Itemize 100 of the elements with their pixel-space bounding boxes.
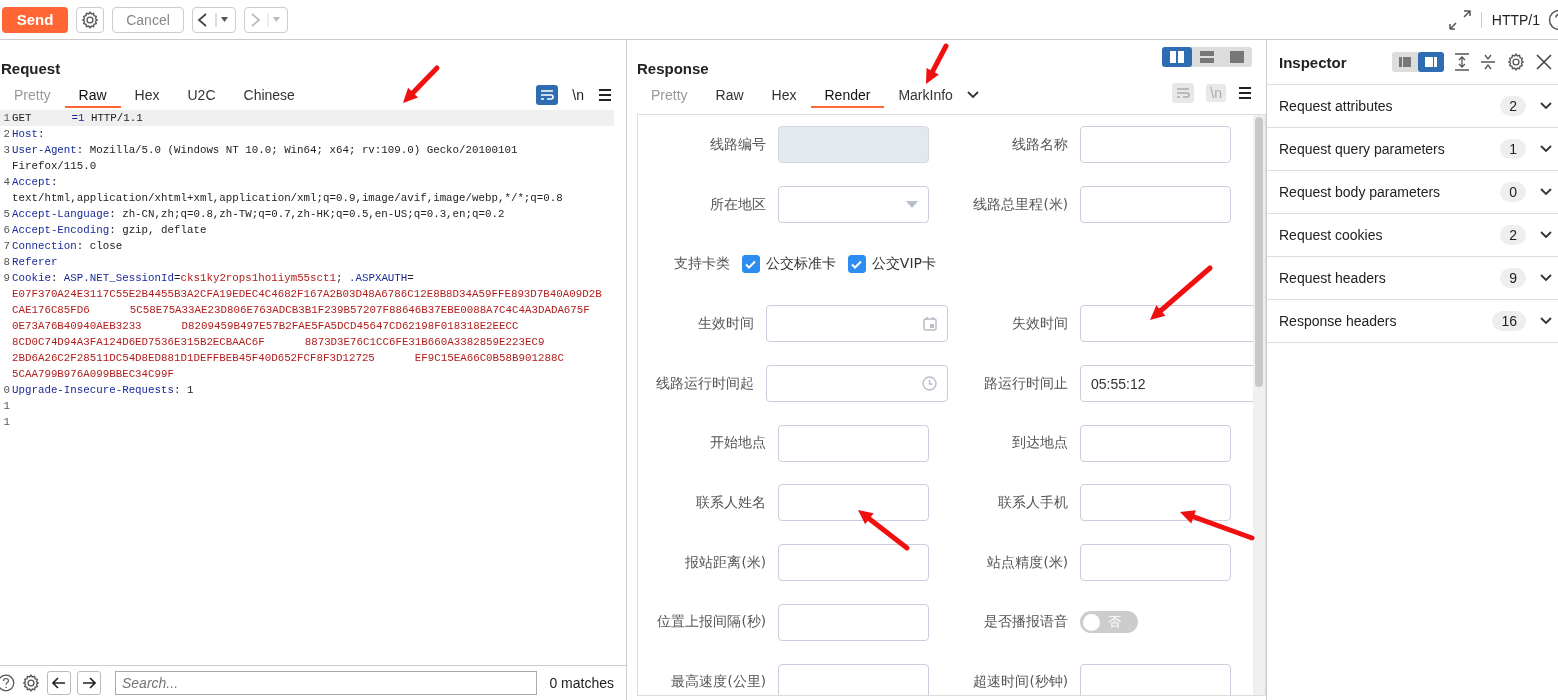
search-field[interactable]: Search... [115, 671, 537, 695]
chevron-icon[interactable] [1540, 317, 1552, 325]
header-name: Accept-Encoding [12, 224, 110, 236]
text-field[interactable] [1080, 544, 1231, 582]
line-number: 4 [2, 175, 11, 190]
cookie-value: E07F370A24E3117C55E2B4455B3A2CFA19EDEC4C4682F167A2B03D48A6786C12E8B8D34A59FFE893D7B40A09D2B [12, 288, 602, 300]
cookie-value: CAE176C85FD6 [12, 304, 90, 316]
inspector-section[interactable]: Request cookies 2 [1267, 214, 1558, 257]
annotation-arrow [1150, 265, 1213, 320]
time-field[interactable]: 05:55:12 [1080, 365, 1253, 403]
time-field[interactable] [766, 365, 948, 403]
field-label: 到达地点 [1011, 434, 1069, 453]
inspector-section[interactable]: Response headers 16 [1267, 300, 1558, 343]
newline-toggle[interactable]: \n [572, 87, 584, 103]
header-name: Referer [12, 256, 58, 268]
text-field[interactable] [778, 544, 929, 582]
line-number: 1 [2, 415, 11, 430]
code-text: ; [336, 272, 344, 284]
text-field[interactable] [778, 603, 929, 641]
code-text: : zh-CN,zh;q=0.8,zh-TW;q=0.7,zh-HK;q=0.5,en-US;q=0.3,en;q=0.2 [109, 208, 505, 220]
protocol-label[interactable]: HTTP/1 [1480, 11, 1540, 28]
scrollbar[interactable] [1253, 115, 1265, 695]
tab[interactable]: Render [810, 82, 885, 108]
cancel-button[interactable]: Cancel [112, 6, 184, 33]
settings-icon[interactable] [1506, 52, 1526, 72]
previous-button[interactable] [47, 671, 71, 695]
checkbox-label: 公交标准卡 [765, 255, 836, 274]
checkmark-icon [851, 259, 863, 269]
code-text: text/html,application/xhtml+xml,application/xml;q=0.9,image/avif,image/webp,*/*;q=0.8 [12, 192, 563, 204]
header-name: Accept [12, 176, 51, 188]
line-number: 0 [2, 383, 11, 398]
chevron-icon[interactable] [966, 91, 979, 99]
line-number: 9 [2, 271, 11, 286]
inspector-section[interactable]: Request attributes 2 [1267, 85, 1558, 128]
count-badge: 2 [1500, 225, 1526, 245]
annotation-arrow [403, 65, 440, 103]
chevron-icon[interactable] [1540, 231, 1552, 239]
count-badge: 16 [1492, 311, 1526, 331]
menu-icon[interactable] [1238, 87, 1252, 99]
line-number: 7 [2, 239, 11, 254]
field-label: 联系人姓名 [695, 493, 767, 512]
code-text: = [174, 272, 181, 284]
tab[interactable]: Raw [701, 82, 758, 108]
text-field[interactable] [778, 424, 929, 462]
field-label: 所在地区 [709, 195, 767, 214]
chevron-icon[interactable] [1540, 102, 1552, 110]
select-field[interactable] [778, 186, 929, 224]
collapse-all-icon[interactable] [1480, 53, 1496, 71]
text-field[interactable] [1080, 484, 1231, 522]
text-field[interactable] [1080, 424, 1231, 462]
help-icon[interactable] [0, 674, 15, 692]
checkbox[interactable] [741, 255, 760, 274]
split-view-icon[interactable] [1162, 47, 1192, 67]
code-text: HTTP/1.1 [89, 112, 143, 124]
menu-icon[interactable] [598, 89, 612, 101]
field-label: 线路编号 [709, 135, 767, 154]
chevron-icon[interactable] [1540, 188, 1552, 196]
line-number: 8 [2, 255, 11, 270]
text-field[interactable] [778, 663, 929, 695]
right-arrow-icon [82, 677, 96, 689]
chevron-icon[interactable] [1540, 145, 1552, 153]
text-field[interactable] [778, 484, 929, 522]
inspector-section[interactable]: Request query parameters 1 [1267, 128, 1558, 171]
field-label: 开始地点 [709, 434, 767, 453]
checkbox[interactable] [847, 255, 866, 274]
next-button[interactable] [77, 671, 101, 695]
text-field[interactable] [1080, 126, 1231, 164]
field-label: 联系人手机 [997, 493, 1069, 512]
date-field[interactable] [766, 305, 948, 343]
chevron-icon[interactable] [1540, 274, 1552, 282]
clock-icon [922, 376, 937, 392]
text-field[interactable] [1080, 186, 1231, 224]
inspector-section[interactable]: Request body parameters 0 [1267, 171, 1558, 214]
expand-icon[interactable] [1446, 7, 1473, 32]
settings-icon[interactable] [21, 673, 41, 693]
calendar-icon [923, 316, 937, 331]
header-name: Upgrade-Insecure-Requests [12, 384, 174, 396]
tab[interactable]: Chinese [229, 82, 309, 108]
tab[interactable]: Hex [120, 82, 174, 108]
wrap-icon[interactable] [536, 85, 559, 105]
panel-right-icon[interactable] [1418, 52, 1444, 72]
time-field[interactable] [1080, 305, 1253, 343]
close-icon[interactable] [1536, 54, 1552, 70]
line-number: 1 [2, 399, 11, 414]
tab[interactable]: Hex [757, 82, 811, 108]
left-arrow-icon [52, 677, 66, 689]
field-label: 失效时间 [1011, 314, 1069, 333]
line-number: 5 [2, 207, 11, 222]
tab[interactable]: U2C [173, 82, 230, 108]
tab[interactable]: Raw [64, 82, 121, 108]
header-name: Host [12, 128, 38, 140]
header-name: Connection [12, 240, 77, 252]
inspector-section[interactable]: Request headers 9 [1267, 257, 1558, 300]
text-field[interactable] [1080, 663, 1231, 695]
annotation-arrow [926, 43, 949, 84]
line-number: 6 [2, 223, 11, 238]
back-button[interactable] [192, 6, 236, 33]
tab[interactable]: MarkInfo [884, 82, 967, 108]
panel-title: Request [0, 59, 61, 78]
expand-all-icon[interactable] [1454, 53, 1470, 71]
